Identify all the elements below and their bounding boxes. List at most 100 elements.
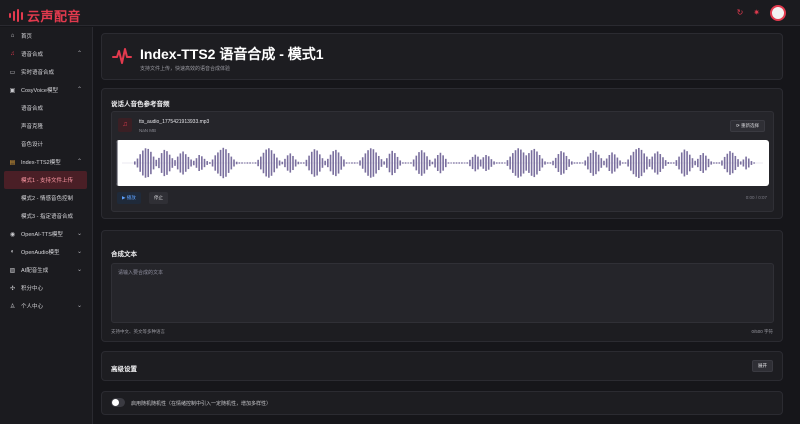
sidebar-item-11[interactable]: ◉ OpenAI-TTS模型 ⌄: [0, 225, 92, 243]
waveform-bar: [541, 158, 544, 168]
waveform-bar: [404, 162, 407, 164]
waveform-bar: [308, 155, 310, 171]
sidebar-item-8[interactable]: 模式1 - 支持文件上传: [4, 171, 87, 189]
waveform-display[interactable]: [116, 140, 769, 186]
reference-audio-section: 说话人音色参考音频 ♫ tts_audio_1775421913933.mp3 …: [101, 88, 783, 219]
waveform-bar: [407, 162, 410, 164]
waveform-bar: [337, 152, 340, 174]
waveform-bar: [686, 151, 688, 175]
waveform-bar: [377, 155, 380, 171]
waveform-bar: [702, 153, 704, 173]
sidebar-item-5[interactable]: 声音克隆: [0, 117, 92, 135]
waveform-bar: [428, 159, 431, 167]
waveform-bar: [648, 159, 651, 167]
waveform-bar: [327, 158, 329, 168]
playhead[interactable]: [116, 140, 118, 186]
waveform-bar: [434, 158, 436, 168]
waveform-bar: [286, 155, 289, 171]
theme-toggle-icon[interactable]: ✷: [753, 5, 760, 21]
waveform-bar: [134, 161, 136, 165]
waveform-bar: [461, 162, 463, 164]
image-icon: ▨: [9, 267, 16, 274]
waveform-bar: [664, 160, 667, 166]
waveform-bar: [557, 154, 560, 172]
sidebar-item-14[interactable]: ✣ 积分中心: [0, 279, 92, 297]
waveform-bar: [310, 151, 313, 175]
waveform-bar: [251, 162, 254, 164]
folder-icon: ▤: [9, 159, 16, 166]
synthesis-text-section: 合成文本 请输入要合成的文本 支持中文、英文等多种语言 0/500 字符: [101, 230, 783, 342]
main-content: Index-TTS2 语音合成 - 模式1 支持文件上传，快速高效的语音合成体验…: [101, 33, 783, 415]
waveform-bar: [281, 161, 284, 165]
sidebar-item-10[interactable]: 模式3 - 指定语音合成: [0, 207, 92, 225]
waveform-bar: [305, 159, 308, 167]
waveform-bar: [436, 155, 439, 171]
reference-audio-title: 说话人音色参考音频: [111, 101, 170, 108]
waveform-bar: [171, 158, 174, 168]
waveform-bar: [565, 155, 568, 171]
sidebar-item-label: 语音合成: [21, 106, 44, 112]
sidebar-item-label: 模式2 - 情感音色控制: [21, 196, 73, 202]
waveform-bar: [402, 162, 404, 164]
waveform-bar: [225, 149, 227, 177]
reselect-button[interactable]: ⟳ 重新选择: [729, 120, 765, 132]
waveform-bar: [517, 148, 519, 178]
randomness-toggle[interactable]: [111, 398, 125, 407]
waveform-bar: [552, 160, 554, 166]
waveform-bar: [230, 156, 233, 170]
waveform-bar: [672, 162, 675, 164]
sidebar-item-15[interactable]: ♙ 个人中心 ⌄: [0, 297, 92, 315]
sidebar-item-6[interactable]: 音色设计: [0, 135, 92, 153]
waveform-bar: [179, 153, 182, 173]
waveform-bar: [498, 162, 501, 164]
waveform-bar: [718, 162, 721, 164]
avatar[interactable]: [770, 5, 786, 21]
waveform-bar: [163, 149, 166, 177]
refresh-icon[interactable]: ↻: [737, 5, 744, 21]
waveform-bar: [458, 162, 461, 164]
waveform-bar: [619, 160, 621, 166]
sidebar-item-9[interactable]: 模式2 - 情感音色控制: [0, 189, 92, 207]
waveform-bar: [455, 162, 458, 164]
synthesis-text-input[interactable]: 请输入要合成的文本: [111, 263, 774, 323]
sidebar-item-3[interactable]: ▣ CosyVoice模型 ⌃: [0, 81, 92, 99]
sidebar-item-label: 积分中心: [21, 286, 44, 292]
music-file-icon: ♫: [118, 118, 132, 132]
waveform-bar: [187, 156, 190, 170]
sidebar-item-2[interactable]: ▭ 实时语音合成: [0, 63, 92, 81]
waveform-bar: [396, 156, 399, 170]
waveform-bar: [372, 149, 375, 177]
waveform-bar: [624, 162, 627, 164]
sidebar-item-4[interactable]: 语音合成: [0, 99, 92, 117]
waveform-bar: [697, 158, 699, 168]
logo-waveform-icon: [9, 9, 23, 22]
waveform-bar: [710, 161, 713, 165]
waveform-bar: [447, 162, 450, 164]
waveform-bar: [198, 155, 200, 171]
waveform-bar: [318, 154, 321, 172]
user-icon: ♙: [9, 303, 16, 310]
sidebar-item-0[interactable]: ⌂ 首页: [0, 27, 92, 45]
waveform-bar: [386, 158, 388, 168]
waveform-bar: [487, 156, 490, 170]
waveform-bar: [640, 149, 643, 177]
chevron-up-icon: ⌃: [76, 51, 82, 57]
sidebar-item-7[interactable]: ▤ Index-TTS2模型 ⌃: [0, 153, 92, 171]
sidebar-item-12[interactable]: ◐ OpenAudio模型 ⌄: [0, 243, 92, 261]
play-button[interactable]: ▶ 播放: [117, 192, 141, 204]
screen-icon: ▭: [9, 69, 16, 76]
home-icon: ⌂: [10, 33, 15, 39]
expand-button[interactable]: 展开: [752, 360, 773, 372]
sidebar-item-label: 模式1 - 支持文件上传: [21, 178, 73, 184]
waveform-bar: [495, 162, 498, 164]
waveform-bar: [530, 150, 533, 176]
waveform-bar: [367, 150, 369, 176]
waveform-bar: [587, 156, 589, 170]
waveform-bar: [176, 156, 179, 170]
waveform-bar: [536, 151, 538, 175]
stop-button[interactable]: 停止: [149, 192, 168, 204]
sidebar-item-13[interactable]: ▨ AI配音生成 ⌄: [0, 261, 92, 279]
waveform-bar: [573, 162, 576, 164]
logo[interactable]: 云声配音: [9, 6, 81, 25]
sidebar-item-1[interactable]: ♫ 语音合成 ⌃: [0, 45, 92, 63]
